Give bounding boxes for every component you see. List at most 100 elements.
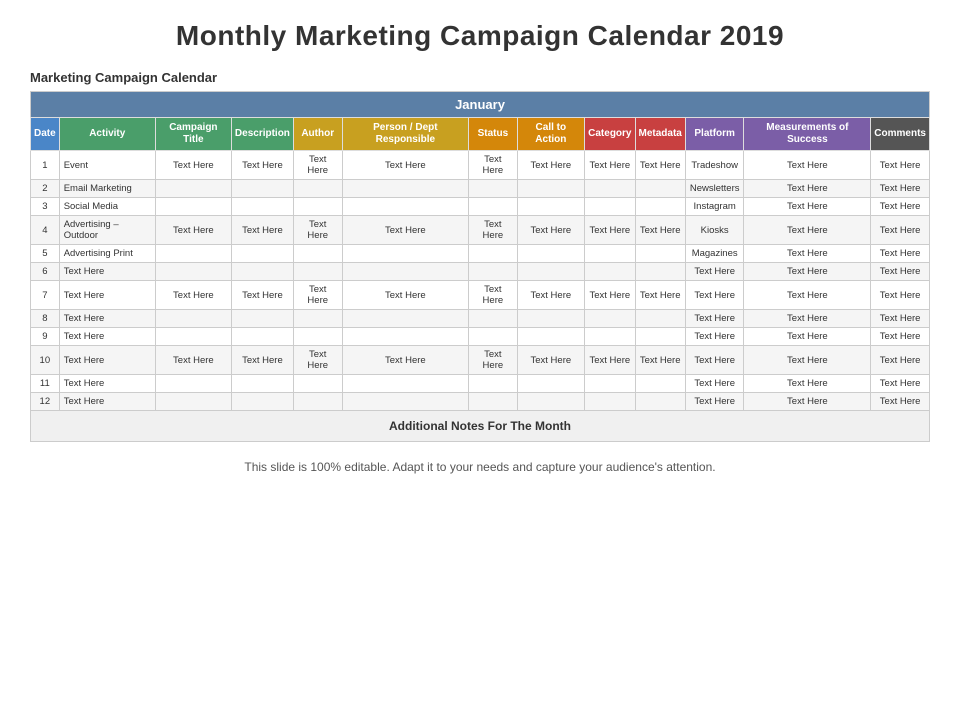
cell-comments: Text Here — [871, 310, 930, 328]
cell-cta: Text Here — [517, 346, 585, 375]
cell-platform: Text Here — [685, 310, 744, 328]
cell-platform: Instagram — [685, 198, 744, 216]
cell-cta — [517, 198, 585, 216]
cell-status: Text Here — [469, 151, 517, 180]
cell-measurements: Text Here — [744, 180, 871, 198]
cell-num: 11 — [31, 375, 60, 393]
cell-comments: Text Here — [871, 151, 930, 180]
cell-person — [342, 180, 469, 198]
col-header-author: Author — [293, 118, 342, 151]
cell-description — [231, 375, 293, 393]
cell-status: Text Here — [469, 346, 517, 375]
cell-person — [342, 375, 469, 393]
cell-platform: Magazines — [685, 245, 744, 263]
cell-num: 6 — [31, 263, 60, 281]
cell-campaign — [155, 198, 231, 216]
table-row: 4Advertising – OutdoorText HereText Here… — [31, 216, 930, 245]
cell-measurements: Text Here — [744, 263, 871, 281]
cell-author — [293, 393, 342, 411]
col-header-metadata: Metadata — [635, 118, 685, 151]
cell-category: Text Here — [585, 346, 635, 375]
cell-person — [342, 328, 469, 346]
table-row: 7Text HereText HereText HereText HereTex… — [31, 281, 930, 310]
cell-campaign — [155, 263, 231, 281]
cell-activity: Text Here — [59, 263, 155, 281]
cell-person — [342, 310, 469, 328]
cell-activity: Email Marketing — [59, 180, 155, 198]
cell-description — [231, 310, 293, 328]
cell-num: 2 — [31, 180, 60, 198]
cell-platform: Newsletters — [685, 180, 744, 198]
cell-person: Text Here — [342, 281, 469, 310]
col-header-platform: Platform — [685, 118, 744, 151]
col-header-measurements-of-success: Measurements of Success — [744, 118, 871, 151]
cell-metadata — [635, 198, 685, 216]
col-header-comments: Comments — [871, 118, 930, 151]
cell-campaign — [155, 328, 231, 346]
footer-text: This slide is 100% editable. Adapt it to… — [30, 460, 930, 474]
col-header-status: Status — [469, 118, 517, 151]
month-header-row: January — [31, 92, 930, 118]
cell-cta: Text Here — [517, 281, 585, 310]
cell-category — [585, 375, 635, 393]
cell-category: Text Here — [585, 216, 635, 245]
cell-platform: Text Here — [685, 328, 744, 346]
cell-campaign — [155, 180, 231, 198]
cell-metadata: Text Here — [635, 281, 685, 310]
cell-activity: Text Here — [59, 346, 155, 375]
table-row: 12Text HereText HereText HereText Here — [31, 393, 930, 411]
cell-cta — [517, 310, 585, 328]
table-row: 1EventText HereText HereText HereText He… — [31, 151, 930, 180]
cell-comments: Text Here — [871, 245, 930, 263]
cell-activity: Text Here — [59, 375, 155, 393]
cell-category — [585, 180, 635, 198]
col-header-category: Category — [585, 118, 635, 151]
cell-person: Text Here — [342, 216, 469, 245]
cell-platform: Tradeshow — [685, 151, 744, 180]
cell-num: 9 — [31, 328, 60, 346]
cell-description — [231, 198, 293, 216]
cell-description — [231, 393, 293, 411]
page-title: Monthly Marketing Campaign Calendar 2019 — [30, 20, 930, 52]
cell-platform: Text Here — [685, 263, 744, 281]
cell-person — [342, 198, 469, 216]
cell-metadata — [635, 393, 685, 411]
section-subtitle: Marketing Campaign Calendar — [30, 70, 930, 85]
table-row: 10Text HereText HereText HereText HereTe… — [31, 346, 930, 375]
cell-cta: Text Here — [517, 216, 585, 245]
cell-measurements: Text Here — [744, 198, 871, 216]
cell-person — [342, 245, 469, 263]
cell-status — [469, 198, 517, 216]
cell-author — [293, 245, 342, 263]
cell-activity: Advertising Print — [59, 245, 155, 263]
cell-metadata — [635, 263, 685, 281]
col-header-person-/-dept-responsible: Person / Dept Responsible — [342, 118, 469, 151]
cell-measurements: Text Here — [744, 310, 871, 328]
cell-category — [585, 245, 635, 263]
cell-measurements: Text Here — [744, 375, 871, 393]
cell-num: 12 — [31, 393, 60, 411]
cell-description: Text Here — [231, 216, 293, 245]
cell-cta — [517, 180, 585, 198]
col-header-date: Date — [31, 118, 60, 151]
cell-cta — [517, 328, 585, 346]
cell-comments: Text Here — [871, 198, 930, 216]
table-row: 8Text HereText HereText HereText Here — [31, 310, 930, 328]
cell-campaign: Text Here — [155, 216, 231, 245]
additional-notes-row: Additional Notes For The Month — [31, 411, 930, 442]
cell-author — [293, 263, 342, 281]
cell-campaign — [155, 393, 231, 411]
cell-cta — [517, 263, 585, 281]
cell-cta — [517, 245, 585, 263]
cell-metadata — [635, 180, 685, 198]
cell-platform: Text Here — [685, 393, 744, 411]
col-header-activity: Activity — [59, 118, 155, 151]
cell-status — [469, 310, 517, 328]
cell-platform: Text Here — [685, 346, 744, 375]
cell-measurements: Text Here — [744, 328, 871, 346]
cell-person — [342, 263, 469, 281]
cell-metadata — [635, 245, 685, 263]
cell-comments: Text Here — [871, 393, 930, 411]
cell-campaign: Text Here — [155, 346, 231, 375]
cell-status — [469, 245, 517, 263]
